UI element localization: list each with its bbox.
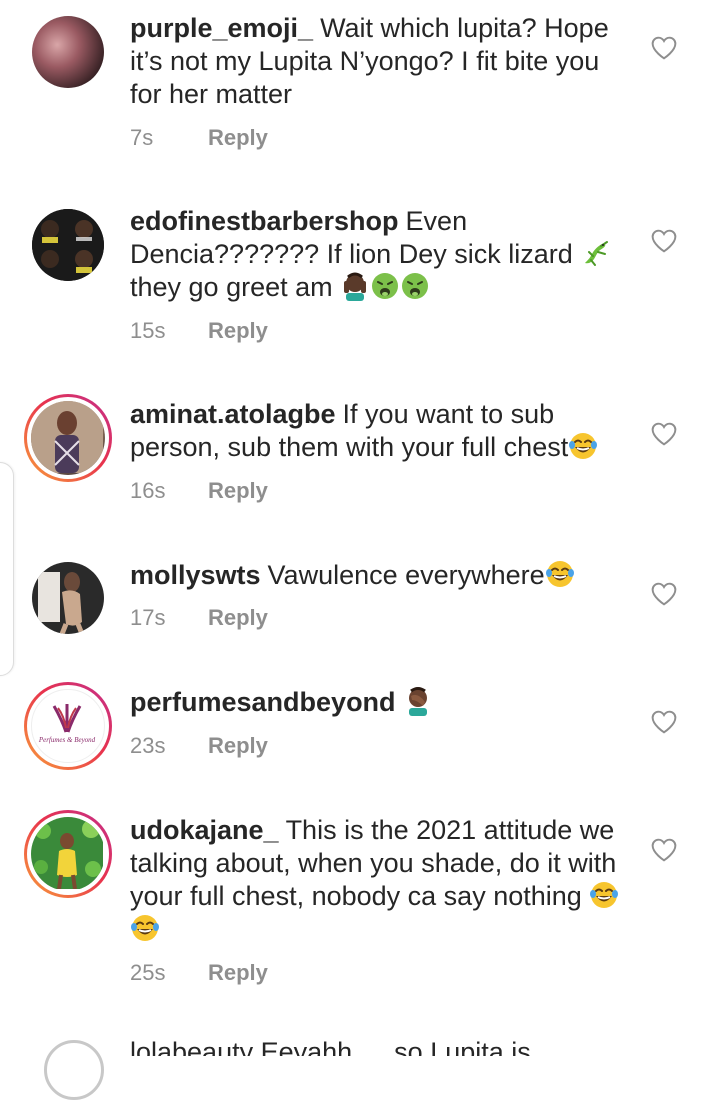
avatar[interactable] [32, 16, 104, 88]
facepalm-emoji [340, 271, 370, 301]
comment-username[interactable]: mollyswts [130, 560, 261, 590]
comment-meta: 17s Reply [130, 605, 268, 631]
comment-timestamp: 23s [130, 733, 166, 758]
avatar-story-ring[interactable] [24, 810, 112, 898]
avatar-brand-text: Perfumes & Beyond [38, 736, 96, 744]
tears-of-joy-emoji [545, 559, 575, 589]
nauseated-face-emoji [370, 271, 400, 301]
reply-button[interactable]: Reply [208, 318, 268, 344]
avatar[interactable] [44, 1040, 104, 1100]
comment-timestamp: 15s [130, 318, 166, 343]
avatar [31, 817, 105, 891]
heart-outline-icon[interactable] [651, 838, 677, 862]
comment-meta: 7s Reply [130, 125, 268, 151]
comment-timestamp: 25s [130, 960, 166, 985]
reply-button[interactable]: Reply [208, 478, 268, 504]
avatar[interactable] [32, 209, 104, 281]
comment-text-continued: they go greet am [130, 272, 333, 302]
tears-of-joy-emoji [568, 431, 598, 461]
avatar: Perfumes & Beyond [31, 689, 105, 763]
heart-outline-icon[interactable] [651, 422, 677, 446]
lizard-emoji [580, 238, 610, 268]
avatar-story-ring[interactable] [24, 394, 112, 482]
comment-meta: 25s Reply [130, 960, 268, 986]
comment-meta: 23s Reply [130, 733, 268, 759]
comment-body: aminat.atolagbe If you want to sub person… [130, 398, 630, 464]
comment-meta: 15s Reply [130, 318, 268, 344]
comment-username[interactable]: purple_emoji_ [130, 13, 313, 43]
comment-timestamp: 7s [130, 125, 154, 150]
reply-button[interactable]: Reply [208, 125, 268, 151]
reply-button[interactable]: Reply [208, 733, 268, 759]
comment-body: mollyswts Vawulence everywhere [130, 559, 630, 592]
heart-outline-icon[interactable] [651, 229, 677, 253]
comment-body: udokajane_ This is the 2021 attitude we t… [130, 814, 630, 946]
comment-meta: 16s Reply [130, 478, 268, 504]
comment-timestamp: 17s [130, 605, 166, 630]
comment-body: edofinestbarbershop Even Dencia??????? If… [130, 205, 630, 304]
facepalm-emoji [403, 686, 433, 716]
avatar[interactable] [32, 562, 104, 634]
comment-body: purple_emoji_ Wait which lupita? Hope it’… [130, 12, 630, 111]
comment-username[interactable]: perfumesandbeyond [130, 687, 396, 717]
comment-timestamp: 16s [130, 478, 166, 503]
comment-username[interactable]: edofinestbarbershop [130, 206, 399, 236]
avatar-story-ring[interactable]: Perfumes & Beyond [24, 682, 112, 770]
comment-username[interactable]: aminat.atolagbe [130, 399, 336, 429]
comment-username[interactable]: udokajane_ [130, 815, 279, 845]
reply-button[interactable]: Reply [208, 605, 268, 631]
heart-outline-icon[interactable] [651, 582, 677, 606]
tears-of-joy-emoji [589, 880, 619, 910]
comment-body: perfumesandbeyond [130, 686, 630, 719]
reply-button[interactable]: Reply [208, 960, 268, 986]
heart-outline-icon[interactable] [651, 710, 677, 734]
nauseated-face-emoji [400, 271, 430, 301]
side-drawer-handle[interactable] [0, 462, 14, 676]
tears-of-joy-emoji [130, 913, 160, 943]
comment-text-partial: lolabeauty Eeyahh … so Lupita is [130, 1037, 531, 1056]
comment-text: Vawulence everywhere [267, 560, 545, 590]
heart-outline-icon[interactable] [651, 36, 677, 60]
avatar [31, 401, 105, 475]
